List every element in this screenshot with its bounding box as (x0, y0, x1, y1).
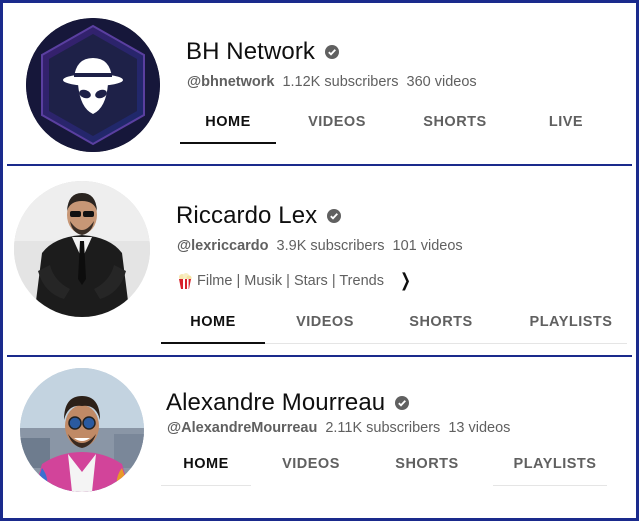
channel-avatar[interactable] (14, 181, 150, 317)
subscriber-count: 2.11K subscribers (325, 420, 441, 436)
active-tab-indicator (180, 142, 276, 144)
channel-tabs: HOME VIDEOS SHORTS LIVE (3, 114, 636, 146)
tab-baseline (265, 343, 627, 344)
tagline-text: Filme | Musik | Stars | Trends (197, 272, 384, 289)
channel-tabs: HOME VIDEOS SHORTS PLAYLISTS (3, 456, 636, 488)
active-tab-indicator (161, 342, 265, 344)
channel-name[interactable]: Alexandre Mourreau (166, 389, 385, 417)
tab-shorts[interactable]: SHORTS (407, 114, 503, 130)
tab-videos[interactable]: VIDEOS (289, 114, 385, 130)
tab-playlists[interactable]: PLAYLISTS (515, 314, 627, 330)
video-count: 360 videos (406, 74, 477, 90)
tab-shorts[interactable]: SHORTS (389, 314, 493, 330)
tab-videos[interactable]: VIDEOS (263, 456, 359, 472)
channel-card-riccardo-lex: Riccardo Lex @lexriccardo 3.9K subscriber… (3, 167, 636, 355)
profile-photo-icon (14, 181, 150, 317)
verified-check-icon (325, 45, 340, 59)
verified-check-icon (395, 396, 410, 410)
channel-card-bh-network: BH Network @bhnetwork 1.12K subscribers 36… (3, 3, 636, 165)
channel-card-alexandre-mourreau: Alexandre Mourreau @AlexandreMourreau 2.1… (3, 358, 636, 521)
popcorn-icon (179, 272, 192, 289)
channel-tagline[interactable]: Filme | Musik | Stars | Trends ❯ (177, 270, 413, 291)
tab-videos[interactable]: VIDEOS (273, 314, 377, 330)
subscriber-count: 3.9K subscribers (276, 238, 385, 254)
tab-home[interactable]: HOME (180, 114, 276, 130)
channel-meta: @bhnetwork 1.12K subscribers 360 videos (187, 74, 477, 90)
channel-tabs: HOME VIDEOS SHORTS PLAYLISTS (3, 314, 636, 346)
card-divider (7, 164, 632, 166)
channel-meta: @AlexandreMourreau 2.11K subscribers 13 vi… (167, 420, 510, 436)
tab-shorts[interactable]: SHORTS (379, 456, 475, 472)
chevron-right-icon[interactable]: ❯ (400, 270, 411, 291)
video-count: 101 videos (392, 238, 463, 254)
tab-playlists[interactable]: PLAYLISTS (499, 456, 611, 472)
channel-handle[interactable]: @AlexandreMourreau (167, 420, 317, 436)
channel-handle[interactable]: @lexriccardo (177, 238, 269, 254)
video-count: 13 videos (448, 420, 511, 436)
channel-meta: @lexriccardo 3.9K subscribers 101 videos (177, 238, 463, 254)
tab-baseline (161, 485, 251, 486)
card-divider (7, 355, 632, 357)
tab-live[interactable]: LIVE (518, 114, 614, 130)
channel-name[interactable]: Riccardo Lex (176, 202, 317, 230)
channel-handle[interactable]: @bhnetwork (187, 74, 274, 90)
verified-check-icon (327, 209, 342, 223)
subscriber-count: 1.12K subscribers (282, 74, 399, 90)
tab-home[interactable]: HOME (161, 456, 251, 472)
channel-name[interactable]: BH Network (186, 38, 315, 66)
tab-baseline (493, 485, 607, 486)
tab-home[interactable]: HOME (161, 314, 265, 330)
screenshot-frame: BH Network @bhnetwork 1.12K subscribers 36… (0, 0, 639, 521)
